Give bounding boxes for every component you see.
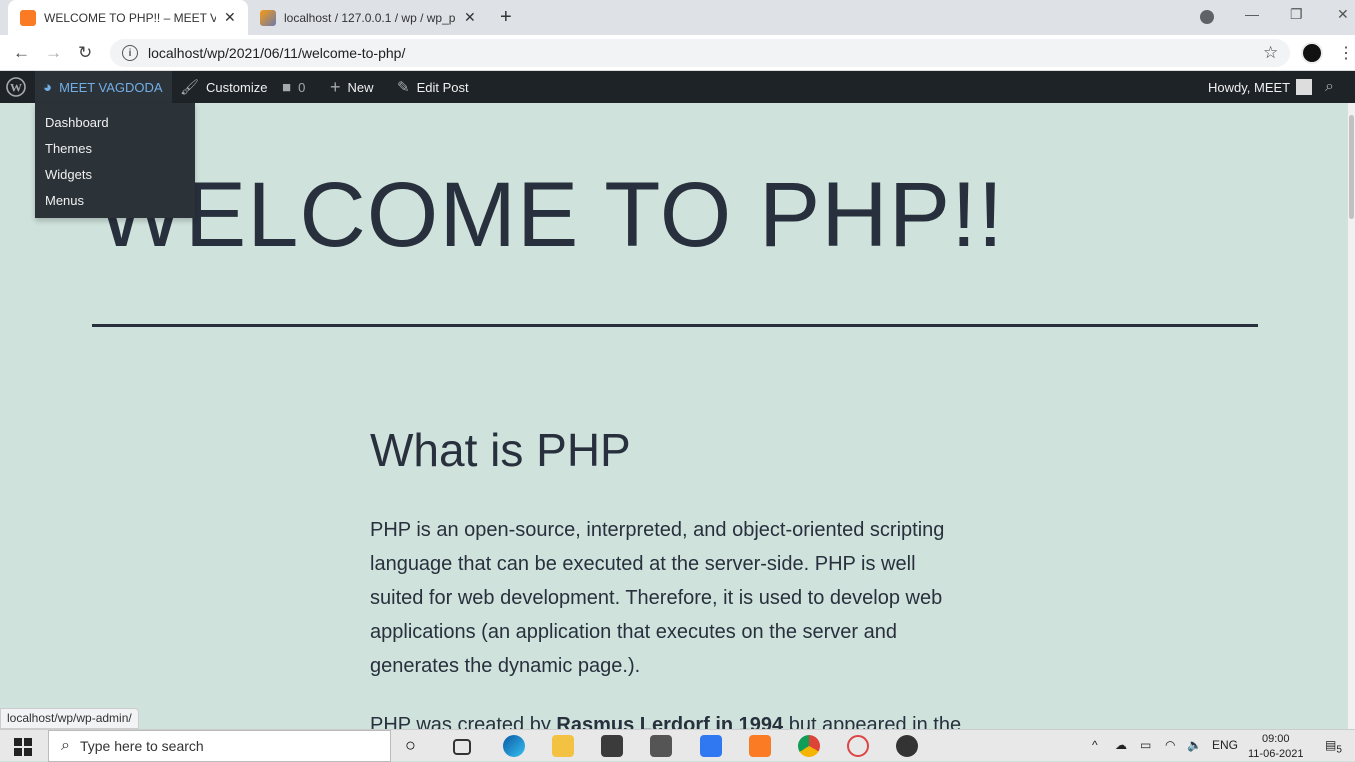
clock-time: 09:00 xyxy=(1261,733,1290,745)
tab-title: WELCOME TO PHP!! – MEET VAG xyxy=(44,10,216,25)
section-heading: What is PHP xyxy=(370,424,631,476)
browser-toolbar: ← → ↻ i localhost/wp/2021/06/11/welcome-… xyxy=(0,35,1355,71)
dropdown-item-menus[interactable]: Menus xyxy=(45,193,84,208)
edge-icon[interactable] xyxy=(503,735,525,757)
comments-button[interactable]: ■ 0 xyxy=(282,71,305,103)
user-avatar xyxy=(1296,79,1313,95)
svg-text:W: W xyxy=(10,81,22,95)
chrome-icon[interactable] xyxy=(798,735,820,757)
mail-icon[interactable] xyxy=(650,735,672,757)
wp-admin-bar: W ◕ MEET VAGDODA 🖌 Customize ■ 0 + New ✎… xyxy=(0,71,1355,103)
bookmark-star-icon[interactable]: ☆ xyxy=(1263,43,1278,63)
browser-tab-strip: WELCOME TO PHP!! – MEET VAG ✕ localhost … xyxy=(0,0,1355,35)
paragraph-2-end: but appeared in the xyxy=(783,714,962,729)
page-scrollbar[interactable] xyxy=(1348,103,1355,729)
notification-count: 5 xyxy=(1336,744,1342,756)
cortana-icon[interactable]: ○ xyxy=(405,735,427,757)
taskbar-search[interactable]: ⌕ Type here to search xyxy=(48,730,391,762)
paragraph-2-bold: Rasmus Lerdorf in 1994 xyxy=(556,714,784,729)
paragraph: PHP is an open-source, interpreted, and … xyxy=(370,519,945,677)
brush-icon: 🖌 xyxy=(180,79,200,96)
xampp-icon xyxy=(20,9,36,26)
minimize-icon[interactable]: — xyxy=(1245,6,1259,22)
howdy-label: Howdy, MEET xyxy=(1208,79,1291,95)
url-text[interactable]: localhost/wp/2021/06/11/welcome-to-php/ xyxy=(148,45,405,61)
edit-post-button[interactable]: ✎ Edit Post xyxy=(397,71,469,103)
task-view-icon[interactable] xyxy=(453,739,471,755)
battery-icon[interactable]: ▭ xyxy=(1140,738,1151,752)
tab-search-icon[interactable] xyxy=(1200,10,1214,24)
pencil-icon: ✎ xyxy=(397,79,410,96)
back-icon[interactable]: ← xyxy=(13,43,30,63)
volume-icon[interactable]: 🔈 xyxy=(1187,738,1202,752)
comments-count: 0 xyxy=(298,79,306,95)
title-divider xyxy=(92,324,1258,327)
paragraph-2: PHP was created by Rasmus Lerdorf in 199… xyxy=(370,708,970,729)
plus-icon: + xyxy=(330,76,341,97)
customize-button[interactable]: 🖌 Customize xyxy=(180,71,267,103)
snipping-tool-icon[interactable] xyxy=(847,735,869,757)
search-icon[interactable]: ⌕ xyxy=(1325,71,1334,103)
close-tab-icon[interactable]: ✕ xyxy=(224,9,236,26)
show-hidden-icons-icon[interactable]: ^ xyxy=(1092,738,1098,752)
clock[interactable]: 09:00 11-06-2021 xyxy=(1248,732,1303,762)
wordpress-logo-icon[interactable]: W xyxy=(6,71,26,103)
tab-phpmyadmin[interactable]: localhost / 127.0.0.1 / wp / wp_p ✕ xyxy=(248,0,488,35)
notifications-icon[interactable]: ▤5 xyxy=(1325,738,1342,755)
site-name-dropdown: Dashboard Themes Widgets Menus xyxy=(35,103,195,218)
clock-date: 11-06-2021 xyxy=(1248,748,1304,760)
file-explorer-icon[interactable] xyxy=(552,735,574,757)
tab-title: localhost / 127.0.0.1 / wp / wp_p xyxy=(284,10,456,25)
photos-icon[interactable] xyxy=(896,735,918,757)
info-icon[interactable]: i xyxy=(122,45,138,61)
comment-icon: ■ xyxy=(282,78,292,96)
scrollbar-thumb[interactable] xyxy=(1349,115,1354,219)
dropdown-item-widgets[interactable]: Widgets xyxy=(45,167,92,182)
menu-kebab-icon[interactable]: ⋮ xyxy=(1338,43,1354,63)
my-account-menu[interactable]: Howdy, MEET xyxy=(1208,71,1313,103)
reload-icon[interactable]: ↻ xyxy=(78,43,92,63)
onedrive-icon[interactable]: ☁ xyxy=(1115,738,1127,752)
profile-avatar[interactable] xyxy=(1301,42,1323,64)
new-label: New xyxy=(347,79,374,95)
address-bar[interactable]: i localhost/wp/2021/06/11/welcome-to-php… xyxy=(110,39,1290,67)
dashboard-icon: ◕ xyxy=(43,78,53,96)
site-name-menu[interactable]: ◕ MEET VAGDODA xyxy=(35,71,172,103)
post-content: WELCOME TO PHP!! What is PHP PHP is an o… xyxy=(0,103,1348,729)
xampp-icon[interactable] xyxy=(749,735,771,757)
post-title: WELCOME TO PHP!! xyxy=(97,164,1005,266)
search-icon: ⌕ xyxy=(61,737,70,754)
new-content-button[interactable]: + New xyxy=(330,71,374,103)
restore-icon[interactable]: ❐ xyxy=(1290,6,1303,23)
phpmyadmin-icon xyxy=(260,9,276,26)
new-tab-icon[interactable]: + xyxy=(500,6,512,29)
wps-icon[interactable] xyxy=(700,735,722,757)
wifi-icon[interactable]: ◠ xyxy=(1165,738,1175,752)
forward-icon[interactable]: → xyxy=(45,43,62,63)
edit-post-label: Edit Post xyxy=(416,79,469,95)
paragraph-2-start: PHP was created by xyxy=(370,714,557,729)
windows-taskbar: ⌕ Type here to search ○ ^ ☁ ▭ ◠ 🔈 ENG 09… xyxy=(0,729,1355,762)
dropdown-item-themes[interactable]: Themes xyxy=(45,141,92,156)
search-placeholder: Type here to search xyxy=(79,738,204,754)
language-indicator[interactable]: ENG xyxy=(1212,738,1238,752)
close-window-icon[interactable]: ✕ xyxy=(1337,6,1349,23)
store-icon[interactable] xyxy=(601,735,623,757)
site-name: MEET VAGDODA xyxy=(59,79,163,95)
dropdown-item-dashboard[interactable]: Dashboard xyxy=(45,115,109,130)
customize-label: Customize xyxy=(206,79,268,95)
close-tab-icon[interactable]: ✕ xyxy=(464,9,476,26)
tab-welcome-to-php[interactable]: WELCOME TO PHP!! – MEET VAG ✕ xyxy=(8,0,248,35)
windows-start-icon[interactable] xyxy=(14,738,32,756)
status-url-bubble: localhost/wp/wp-admin/ xyxy=(0,708,139,729)
